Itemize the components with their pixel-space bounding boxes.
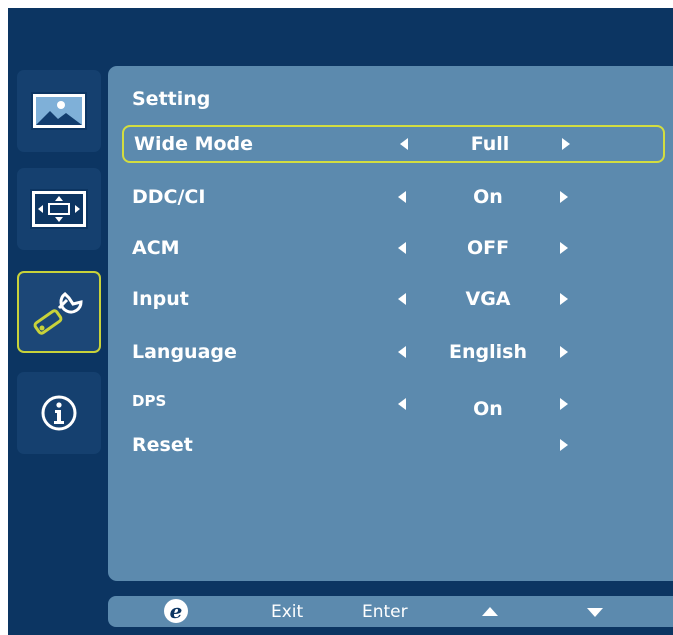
menu-row-ddc-ci[interactable]: DDC/CI On (122, 178, 665, 216)
osd-menu: Setting Wide Mode Full DDC/CI On ACM OFF… (8, 8, 673, 635)
right-arrow-icon[interactable] (560, 398, 568, 410)
setting-panel: Setting Wide Mode Full DDC/CI On ACM OFF… (108, 66, 673, 581)
setting-wrench-icon (33, 292, 83, 335)
down-arrow-icon[interactable] (587, 608, 603, 617)
sidebar-item-setting[interactable] (17, 271, 101, 353)
right-arrow-icon[interactable] (562, 138, 570, 150)
sidebar-item-info[interactable] (17, 372, 101, 454)
row-value: On (473, 186, 503, 208)
display-position-icon (30, 189, 88, 229)
left-arrow-icon[interactable] (398, 346, 406, 358)
row-label: Input (132, 288, 189, 310)
row-label: DDC/CI (132, 186, 206, 208)
row-label: Wide Mode (134, 133, 254, 155)
row-value: OFF (466, 237, 510, 259)
row-value: Full (470, 133, 510, 155)
menu-row-reset[interactable]: Reset (122, 426, 665, 464)
left-arrow-icon[interactable] (398, 398, 406, 410)
left-arrow-icon[interactable] (398, 191, 406, 203)
menu-row-dps[interactable]: DPS On (122, 385, 665, 423)
right-arrow-icon[interactable] (560, 242, 568, 254)
menu-row-input[interactable]: Input VGA (122, 280, 665, 318)
exit-button[interactable]: Exit (271, 602, 303, 622)
enter-button[interactable]: Enter (362, 602, 408, 622)
row-value: English (449, 341, 527, 363)
row-label: DPS (132, 391, 167, 410)
info-icon (41, 395, 77, 431)
row-label: Language (132, 341, 237, 363)
left-arrow-icon[interactable] (398, 293, 406, 305)
e-logo-icon[interactable]: e (164, 599, 188, 623)
row-value: On (473, 397, 503, 420)
row-value: VGA (465, 288, 511, 310)
right-arrow-icon[interactable] (560, 191, 568, 203)
right-arrow-icon[interactable] (560, 346, 568, 358)
left-arrow-icon[interactable] (400, 138, 408, 150)
menu-row-wide-mode[interactable]: Wide Mode Full (122, 125, 665, 163)
sidebar-item-display[interactable] (17, 168, 101, 250)
picture-icon (31, 92, 87, 130)
up-arrow-icon[interactable] (482, 607, 498, 616)
left-arrow-icon[interactable] (398, 242, 406, 254)
right-arrow-icon[interactable] (560, 439, 568, 451)
right-arrow-icon[interactable] (560, 293, 568, 305)
row-label: Reset (132, 434, 193, 456)
panel-title: Setting (132, 88, 211, 110)
row-label: ACM (132, 237, 180, 259)
menu-row-acm[interactable]: ACM OFF (122, 229, 665, 267)
menu-row-language[interactable]: Language English (122, 333, 665, 371)
footer-bar: e Exit Enter (108, 596, 673, 627)
sidebar-item-picture[interactable] (17, 70, 101, 152)
